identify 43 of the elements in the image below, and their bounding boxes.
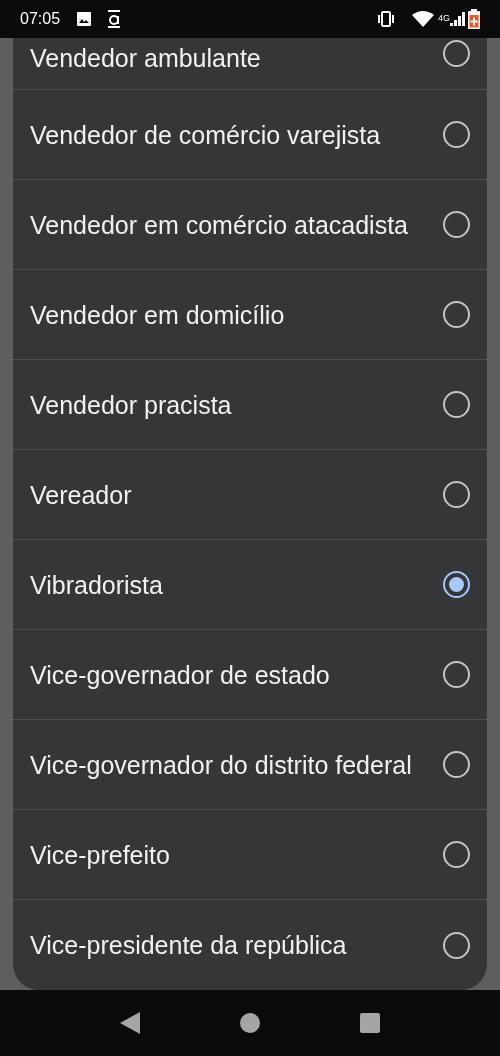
radio-button[interactable] — [443, 661, 470, 688]
option-label: Vibradorista — [30, 569, 164, 601]
radio-button[interactable] — [443, 40, 470, 67]
option-item[interactable]: Vendedor ambulante — [13, 38, 487, 90]
option-item[interactable]: Vice-presidente da república — [13, 900, 487, 990]
signal-icon — [450, 12, 466, 26]
network-label: 4G — [438, 12, 450, 26]
option-item[interactable]: Vice-governador do distrito federal — [13, 720, 487, 810]
radio-button[interactable] — [443, 391, 470, 418]
option-item[interactable]: Vendedor em comércio atacadista — [13, 180, 487, 270]
radio-button[interactable] — [443, 211, 470, 238]
radio-button[interactable] — [443, 841, 470, 868]
option-label: Vice-governador de estado — [30, 659, 331, 691]
home-icon[interactable] — [240, 1013, 260, 1033]
option-label: Vendedor ambulante — [30, 43, 262, 74]
option-item[interactable]: Vendedor pracista — [13, 360, 487, 450]
option-item[interactable]: Vereador — [13, 450, 487, 540]
option-label: Vendedor pracista — [30, 389, 233, 421]
option-item[interactable]: Vice-prefeito — [13, 810, 487, 900]
option-label: Vereador — [30, 479, 133, 511]
vibrate-icon — [376, 11, 396, 27]
option-item[interactable]: Vice-governador de estado — [13, 630, 487, 720]
app-icon — [108, 10, 121, 28]
status-time: 07:05 — [20, 9, 61, 29]
wifi-icon — [412, 11, 434, 27]
option-label: Vice-prefeito — [30, 839, 171, 871]
back-icon[interactable] — [120, 1012, 140, 1034]
radio-button[interactable] — [443, 571, 470, 598]
image-icon — [76, 11, 93, 27]
option-label: Vice-governador do distrito federal — [30, 749, 413, 781]
option-label: Vendedor de comércio varejista — [30, 119, 382, 151]
radio-button[interactable] — [443, 751, 470, 778]
option-item[interactable]: Vendedor em domicílio — [13, 270, 487, 360]
radio-button[interactable] — [443, 121, 470, 148]
battery-icon — [468, 9, 480, 29]
option-label: Vendedor em comércio atacadista — [30, 209, 409, 241]
option-label: Vice-presidente da república — [30, 930, 348, 961]
radio-button[interactable] — [443, 481, 470, 508]
option-item[interactable]: Vendedor de comércio varejista — [13, 90, 487, 180]
radio-button[interactable] — [443, 301, 470, 328]
radio-button[interactable] — [443, 931, 470, 959]
option-item[interactable]: Vibradorista — [13, 540, 487, 630]
option-label: Vendedor em domicílio — [30, 299, 286, 331]
